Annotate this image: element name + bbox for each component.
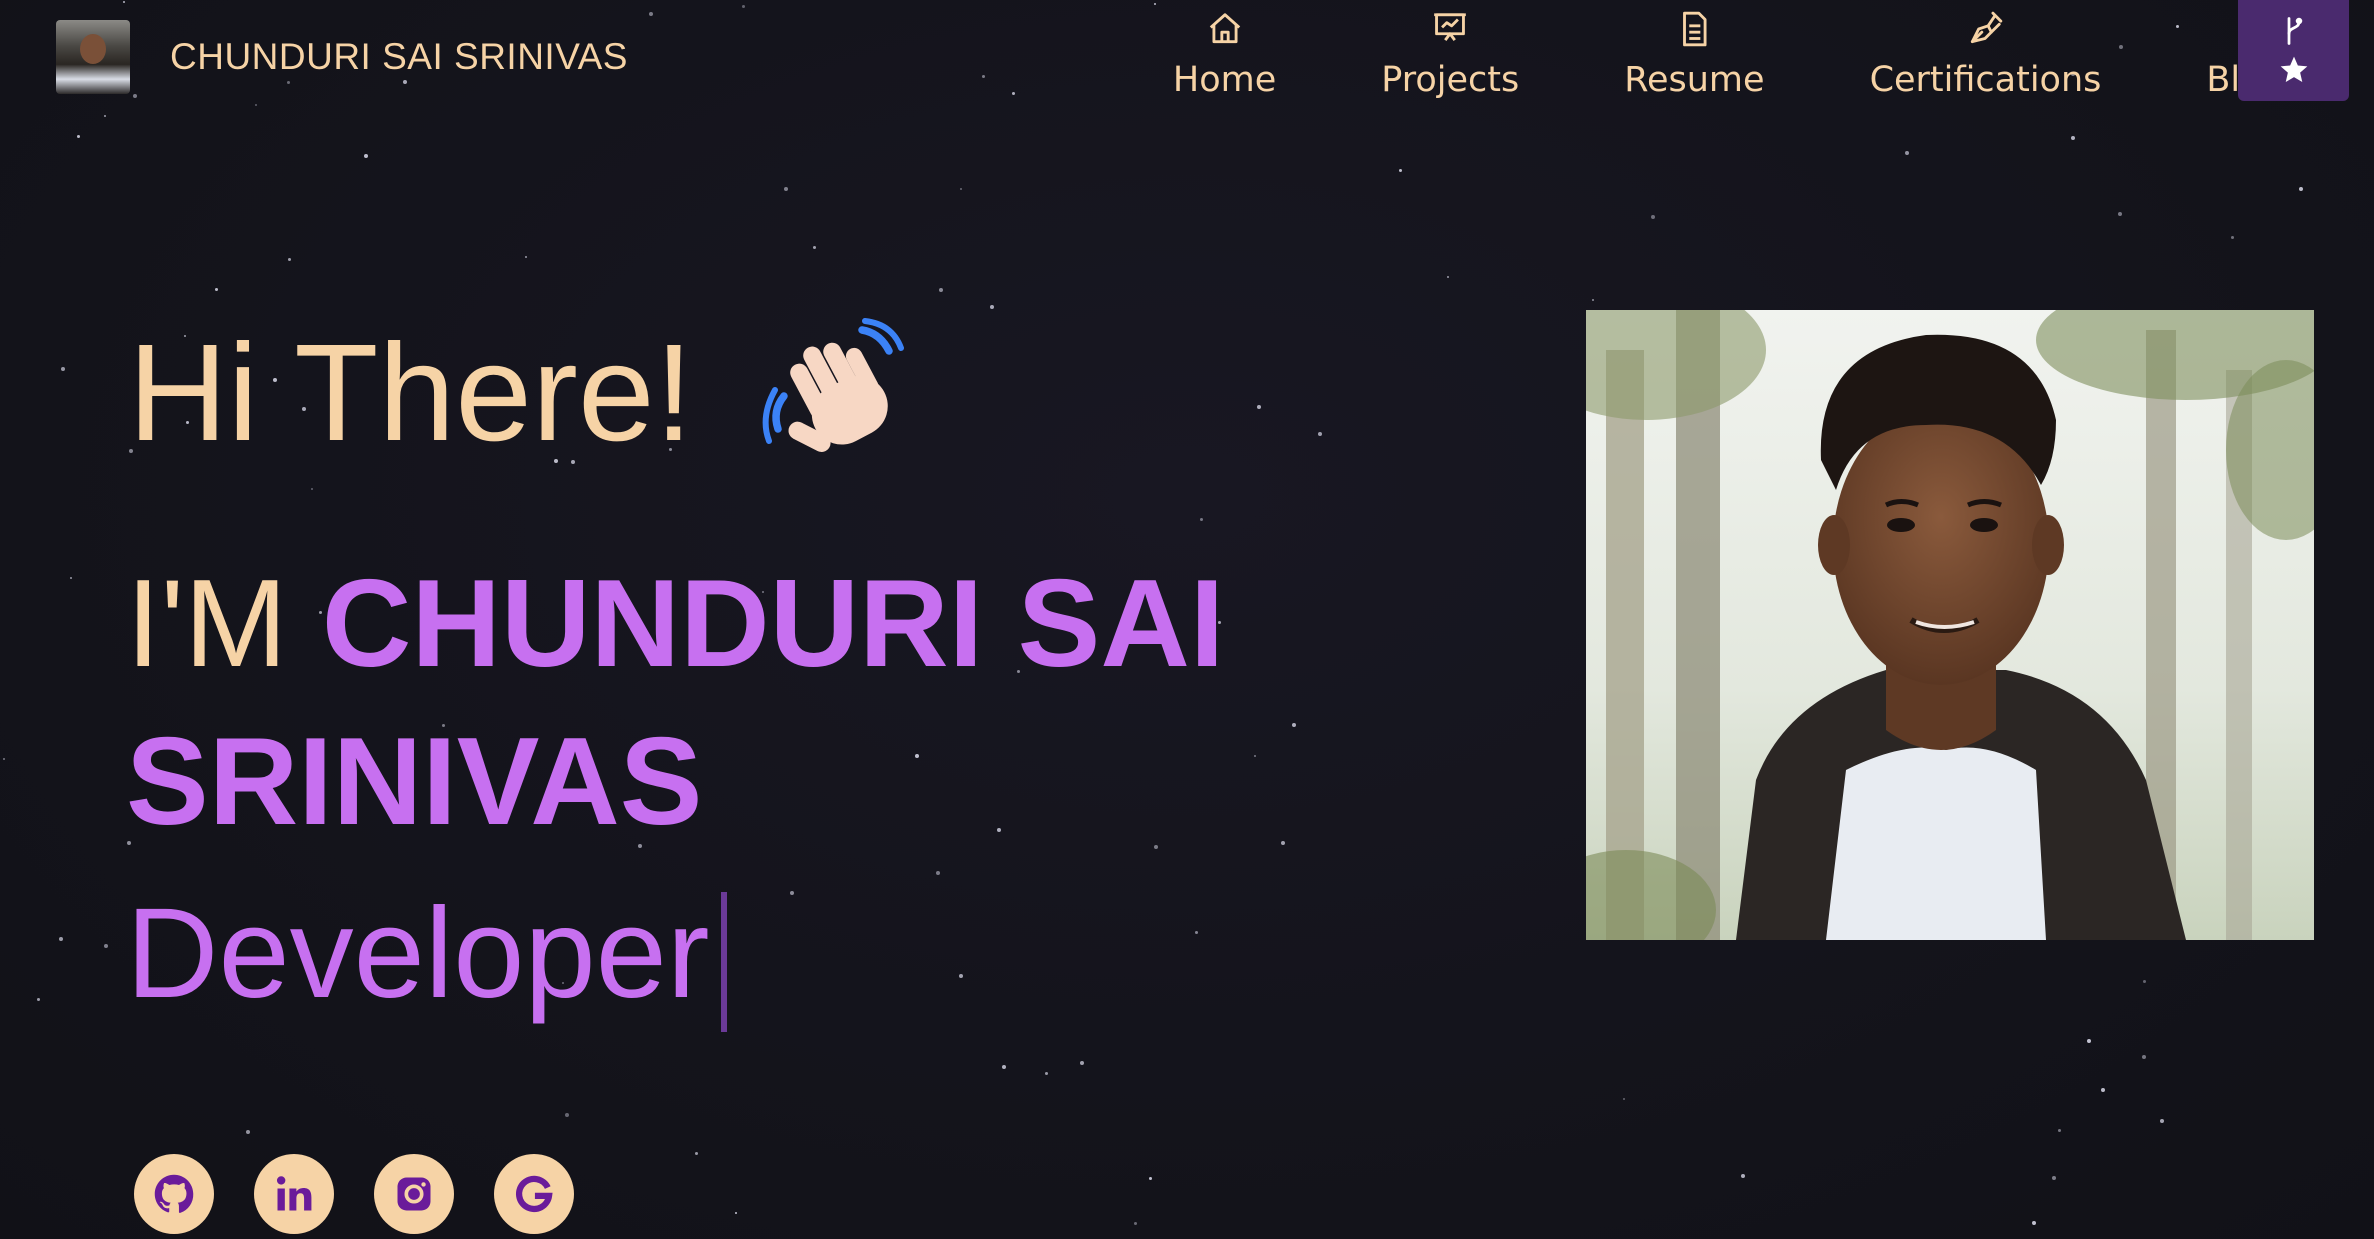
nav-label-certifications: Certifications xyxy=(1869,60,2102,100)
google-icon xyxy=(515,1175,553,1213)
brand-link[interactable]: CHUNDURI SAI SRINIVAS xyxy=(56,20,628,94)
star-dot xyxy=(959,974,963,978)
hero-name: I'M CHUNDURI SAI SRINIVAS xyxy=(126,545,1386,861)
star-dot xyxy=(3,758,5,760)
google-link[interactable] xyxy=(494,1154,574,1234)
linkedin-icon xyxy=(276,1176,312,1211)
star-dot xyxy=(1318,432,1322,436)
star-dot xyxy=(936,871,940,875)
star-dot xyxy=(565,1113,569,1117)
star-dot xyxy=(2032,1221,2036,1225)
star-dot xyxy=(364,154,368,158)
star-dot xyxy=(104,944,108,948)
git-fork-icon xyxy=(2287,16,2302,45)
github-link[interactable] xyxy=(134,1154,214,1234)
star-dot xyxy=(37,998,40,1001)
star-dot xyxy=(1045,1072,1048,1075)
nav-item-home[interactable]: Home xyxy=(1173,0,1276,100)
presentation-icon xyxy=(1434,13,1467,41)
star-dot xyxy=(2087,1039,2091,1043)
star-dot xyxy=(1905,151,1909,155)
star-dot xyxy=(2142,1055,2146,1059)
star-dot xyxy=(525,256,527,258)
nav-label-projects: Projects xyxy=(1381,60,1520,100)
star-dot xyxy=(215,288,218,291)
star-dot xyxy=(1200,518,1203,521)
name-prefix: I'M xyxy=(126,555,322,693)
instagram-icon xyxy=(397,1177,431,1211)
nav-list: Home Projects Resume Certifications xyxy=(1173,0,2374,118)
star-dot xyxy=(960,188,962,190)
star-dot xyxy=(1002,1065,1006,1069)
greeting-text: Hi There! xyxy=(128,316,694,470)
hero-greeting: Hi There! xyxy=(128,318,907,468)
star-dot xyxy=(1149,1177,1152,1180)
star-dot xyxy=(311,488,313,490)
star-dot xyxy=(1257,405,1261,409)
pen-nib-icon xyxy=(1971,11,2003,44)
linkedin-link[interactable] xyxy=(254,1154,334,1234)
star-dot xyxy=(70,577,72,579)
star-dot xyxy=(990,305,994,309)
profile-photo xyxy=(1586,310,2314,940)
github-fork-button[interactable] xyxy=(2238,0,2349,101)
social-links xyxy=(134,1154,574,1234)
document-icon xyxy=(1683,11,1707,47)
star-icon xyxy=(2280,56,2307,82)
star-dot xyxy=(2118,212,2122,216)
typewriter-text: Developer xyxy=(126,882,710,1025)
brand-avatar xyxy=(56,20,130,94)
star-dot xyxy=(2143,980,2146,983)
star-dot xyxy=(695,1152,698,1155)
star-dot xyxy=(1080,1061,1084,1065)
typewriter: Developer xyxy=(126,882,728,1032)
star-dot xyxy=(2101,1088,2105,1092)
instagram-link[interactable] xyxy=(374,1154,454,1234)
star-dot xyxy=(1741,1174,1745,1178)
nav-item-resume[interactable]: Resume xyxy=(1624,0,1765,100)
star-dot xyxy=(2058,1129,2061,1132)
navbar: CHUNDURI SAI SRINIVAS Home Projects Resu… xyxy=(0,0,2374,118)
star-dot xyxy=(1399,169,1402,172)
star-dot xyxy=(735,1212,737,1214)
nav-item-certifications[interactable]: Certifications xyxy=(1869,0,2102,100)
star-dot xyxy=(59,937,63,941)
star-dot xyxy=(939,288,943,292)
nav-item-projects[interactable]: Projects xyxy=(1381,0,1519,100)
page: CHUNDURI SAI SRINIVAS Home Projects Resu… xyxy=(0,0,2374,1239)
home-icon xyxy=(1209,13,1240,44)
star-dot xyxy=(1447,276,1449,278)
star-dot xyxy=(2052,1176,2056,1180)
star-dot xyxy=(2071,136,2075,140)
nav-label-resume: Resume xyxy=(1624,60,1765,100)
star-dot xyxy=(813,246,816,249)
star-dot xyxy=(1592,299,1594,301)
profile-photo-illustration xyxy=(1586,310,2314,940)
waving-hand-icon xyxy=(762,318,905,452)
github-icon xyxy=(154,1174,194,1213)
star-dot xyxy=(1134,1222,1137,1225)
star-dot xyxy=(77,135,80,138)
star-dot xyxy=(288,258,291,261)
nav-label-home: Home xyxy=(1172,60,1277,100)
star-dot xyxy=(1195,931,1198,934)
star-dot xyxy=(2299,187,2303,191)
star-dot xyxy=(246,1130,250,1134)
star-dot xyxy=(1651,215,1655,219)
star-dot xyxy=(2231,236,2234,239)
star-dot xyxy=(2160,1119,2164,1123)
star-dot xyxy=(1623,1098,1625,1100)
typewriter-cursor xyxy=(721,892,728,1032)
brand-name: CHUNDURI SAI SRINIVAS xyxy=(170,36,628,77)
star-dot xyxy=(790,891,794,895)
star-dot xyxy=(784,187,788,191)
star-dot xyxy=(61,367,65,371)
